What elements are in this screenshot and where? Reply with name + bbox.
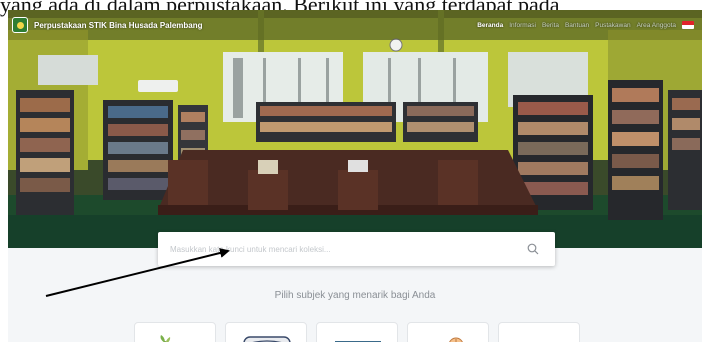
brand[interactable]: Perpustakaan STIK Bina Husada Palembang: [12, 17, 203, 33]
book-icon: [243, 336, 291, 342]
blank-icon: [499, 323, 580, 342]
subject-card[interactable]: [498, 322, 580, 342]
library-photo: [8, 10, 702, 248]
language-flag-icon[interactable]: [682, 21, 694, 29]
search-bar: [158, 232, 555, 266]
search-button[interactable]: [521, 237, 545, 261]
top-navbar: Perpustakaan STIK Bina Husada Palembang …: [8, 10, 702, 40]
nav-bantuan[interactable]: Bantuan: [565, 22, 589, 29]
search-icon: [527, 243, 539, 255]
brand-name: Perpustakaan STIK Bina Husada Palembang: [34, 20, 203, 30]
bookshelves-center: [256, 102, 478, 142]
laptop-icon: [335, 341, 381, 342]
plant-icon: [160, 335, 171, 342]
subject-card[interactable]: [134, 322, 216, 342]
reading-desk: [158, 150, 538, 215]
lightbulb-icon: [449, 337, 463, 342]
nav-pustakawan[interactable]: Pustakawan: [595, 22, 630, 29]
subject-prompt: Pilih subjek yang menarik bagi Anda: [274, 290, 436, 301]
subject-card[interactable]: [316, 322, 398, 342]
nav-beranda[interactable]: Beranda: [477, 22, 503, 29]
hero-banner: Perpustakaan STIK Bina Husada Palembang …: [8, 10, 702, 248]
nav-informasi[interactable]: Informasi: [509, 22, 536, 29]
subject-card[interactable]: [407, 322, 489, 342]
brand-logo-icon: [12, 17, 28, 33]
search-input[interactable]: [158, 232, 521, 266]
website-screenshot: Perpustakaan STIK Bina Husada Palembang …: [8, 10, 702, 342]
subject-card[interactable]: [225, 322, 307, 342]
nav-area-anggota[interactable]: Area Anggota: [637, 22, 676, 29]
subject-cards: [134, 322, 584, 342]
nav-menu: Beranda Informasi Berita Bantuan Pustaka…: [477, 10, 702, 40]
nav-berita[interactable]: Berita: [542, 22, 559, 29]
